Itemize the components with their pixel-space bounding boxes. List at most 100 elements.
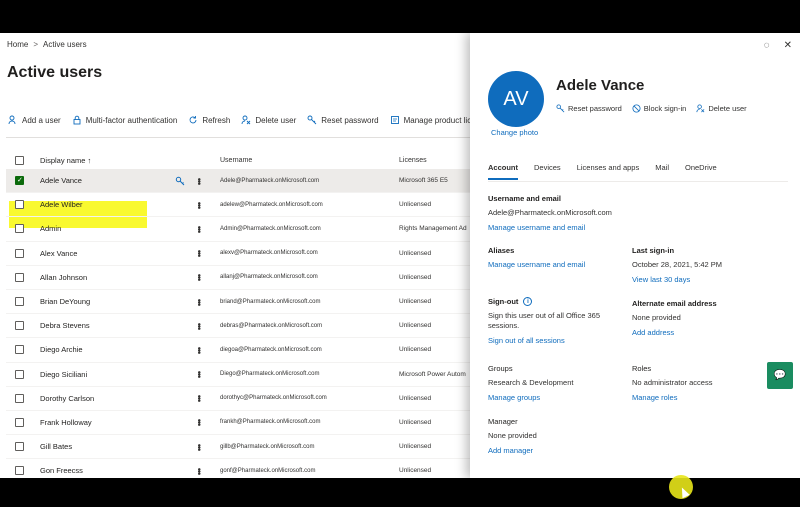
more-options-icon[interactable]: ••• <box>194 322 204 328</box>
row-license: Microsoft 365 E5 <box>399 177 448 185</box>
roles-heading: Roles <box>632 364 652 373</box>
row-display-name[interactable]: Allan Johnson <box>40 273 87 282</box>
table-row[interactable]: Admin ••• Admin@Pharmateck.onMicrosoft.com… <box>6 217 470 242</box>
add-manager-link[interactable]: Add manager <box>488 446 628 455</box>
aliases-link[interactable]: Manage username and email <box>488 260 628 269</box>
row-display-name[interactable]: Frank Holloway <box>40 418 92 427</box>
row-checkbox[interactable] <box>15 224 24 234</box>
more-options-icon[interactable]: ••• <box>194 202 204 208</box>
row-display-name[interactable]: Alex Vance <box>40 249 77 258</box>
mfa-button[interactable]: Multi-factor authentication <box>72 115 177 125</box>
refresh-panel-icon[interactable]: ◌ <box>764 40 770 51</box>
row-checkbox[interactable] <box>15 466 24 476</box>
row-display-name[interactable]: Diego Siciliani <box>40 370 87 379</box>
row-display-name[interactable]: Adele Vance <box>40 176 82 185</box>
row-license: Unlicensed <box>399 322 432 330</box>
table-row[interactable]: Alex Vance ••• alexv@Pharmateck.onMicrosof… <box>6 242 470 266</box>
row-display-name[interactable]: Admin <box>40 224 61 233</box>
header-display-name[interactable]: Display name ↑ <box>40 156 91 165</box>
view-last-30-days-link[interactable]: View last 30 days <box>632 275 772 284</box>
header-username[interactable]: Username <box>220 157 252 164</box>
manage-roles-link[interactable]: Manage roles <box>632 393 772 402</box>
row-checkbox[interactable] <box>15 393 24 403</box>
add-user-button[interactable]: Add a user <box>8 115 61 125</box>
add-address-link[interactable]: Add address <box>632 328 772 337</box>
more-options-icon[interactable]: ••• <box>194 250 204 256</box>
table-row[interactable]: Debra Stevens ••• debras@Pharmateck.onMicr… <box>6 314 470 339</box>
info-icon[interactable]: i <box>523 297 533 306</box>
close-icon[interactable]: ✕ <box>784 40 792 51</box>
row-checkbox[interactable] <box>15 248 24 258</box>
row-checkbox[interactable] <box>15 176 24 186</box>
more-options-icon[interactable]: ••• <box>194 468 204 474</box>
signout-all-link[interactable]: Sign out of all sessions <box>488 336 628 345</box>
alternate-email-value: None provided <box>632 313 681 322</box>
row-checkbox[interactable] <box>15 272 24 282</box>
last-signin-section: Last sign-in October 28, 2021, 5:42 PM V… <box>632 246 772 287</box>
row-username: adelew@Pharmateck.onMicrosoft.com <box>220 201 323 208</box>
more-options-icon[interactable]: ••• <box>194 347 204 353</box>
row-display-name[interactable]: Gon Freecss <box>40 466 83 475</box>
more-options-icon[interactable]: ••• <box>194 371 204 377</box>
header-licenses[interactable]: Licenses <box>399 157 427 164</box>
table-row[interactable]: Brian DeYoung ••• briand@Pharmateck.onMicr… <box>6 290 470 315</box>
row-checkbox[interactable] <box>15 369 24 379</box>
more-options-icon[interactable]: ••• <box>194 226 204 232</box>
row-license: Microsoft Power Autom <box>399 370 466 378</box>
more-options-icon[interactable]: ••• <box>194 395 204 401</box>
groups-heading: Groups <box>488 364 513 373</box>
row-license: Unlicensed <box>399 467 432 475</box>
delete-user-action[interactable]: Delete user <box>696 104 747 113</box>
breadcrumb-home[interactable]: Home <box>7 40 28 49</box>
tab-licenses-and-apps[interactable]: Licenses and apps <box>577 163 640 180</box>
toolbar-divider <box>6 137 470 138</box>
table-row[interactable]: Adele Wilber ••• adelew@Pharmateck.onMicro… <box>6 193 470 218</box>
row-display-name[interactable]: Gill Bates <box>40 442 72 451</box>
row-display-name[interactable]: Dorothy Carlson <box>40 394 94 403</box>
row-checkbox[interactable] <box>15 200 24 210</box>
table-row[interactable]: Allan Johnson ••• allanj@Pharmateck.onMicr… <box>6 266 470 290</box>
reset-password-button[interactable]: Reset password <box>307 115 379 125</box>
key-icon[interactable] <box>175 176 185 186</box>
more-options-icon[interactable]: ••• <box>194 177 204 183</box>
row-license: Unlicensed <box>399 249 432 257</box>
row-display-name[interactable]: Adele Wilber <box>40 200 83 209</box>
block-signin-action[interactable]: Block sign-in <box>632 104 686 113</box>
reset-password-action[interactable]: Reset password <box>556 104 622 113</box>
table-row[interactable]: Gill Bates ••• gillb@Pharmateck.onMicrosof… <box>6 435 470 460</box>
row-checkbox[interactable] <box>15 345 24 355</box>
manage-groups-link[interactable]: Manage groups <box>488 393 628 402</box>
row-display-name[interactable]: Brian DeYoung <box>40 297 90 306</box>
tab-account[interactable]: Account <box>488 163 518 180</box>
tab-onedrive[interactable]: OneDrive <box>685 163 717 180</box>
table-row[interactable]: Frank Holloway ••• frankh@Pharmateck.onMic… <box>6 411 470 436</box>
more-options-icon[interactable]: ••• <box>194 298 204 304</box>
alternate-email-heading: Alternate email address <box>632 299 717 308</box>
refresh-button[interactable]: Refresh <box>188 115 230 125</box>
tab-devices[interactable]: Devices <box>534 163 561 180</box>
more-options-icon[interactable]: ••• <box>194 419 204 425</box>
row-checkbox[interactable] <box>15 417 24 427</box>
tab-mail[interactable]: Mail <box>655 163 669 180</box>
row-checkbox[interactable] <box>15 297 24 307</box>
row-license: Unlicensed <box>399 346 432 354</box>
row-checkbox[interactable] <box>15 442 24 452</box>
more-options-icon[interactable]: ••• <box>194 274 204 280</box>
table-row[interactable]: Diego Archie ••• diegoa@Pharmateck.onMicro… <box>6 338 470 363</box>
table-row[interactable]: Diego Siciliani ••• Diego@Pharmateck.onMic… <box>6 363 470 387</box>
chat-icon[interactable]: 💬 <box>767 362 793 389</box>
change-photo-link[interactable]: Change photo <box>491 128 538 137</box>
table-row[interactable]: Adele Vance ••• Adele@Pharmateck.onMicroso… <box>6 169 470 194</box>
license-icon <box>390 116 399 124</box>
row-display-name[interactable]: Debra Stevens <box>40 321 90 330</box>
table-row[interactable]: Dorothy Carlson ••• dorothyc@Pharmateck.on… <box>6 387 470 411</box>
row-checkbox[interactable] <box>15 321 24 331</box>
manage-username-link[interactable]: Manage username and email <box>488 223 688 232</box>
breadcrumb-separator: > <box>33 40 39 49</box>
select-all-checkbox[interactable] <box>15 155 24 165</box>
alternate-email-section: Alternate email address None provided Ad… <box>632 299 772 340</box>
more-options-icon[interactable]: ••• <box>194 443 204 449</box>
delete-user-button[interactable]: Delete user <box>241 115 296 125</box>
table-row[interactable]: Gon Freecss ••• gonf@Pharmateck.onMicrosof… <box>6 459 470 478</box>
row-display-name[interactable]: Diego Archie <box>40 345 83 354</box>
